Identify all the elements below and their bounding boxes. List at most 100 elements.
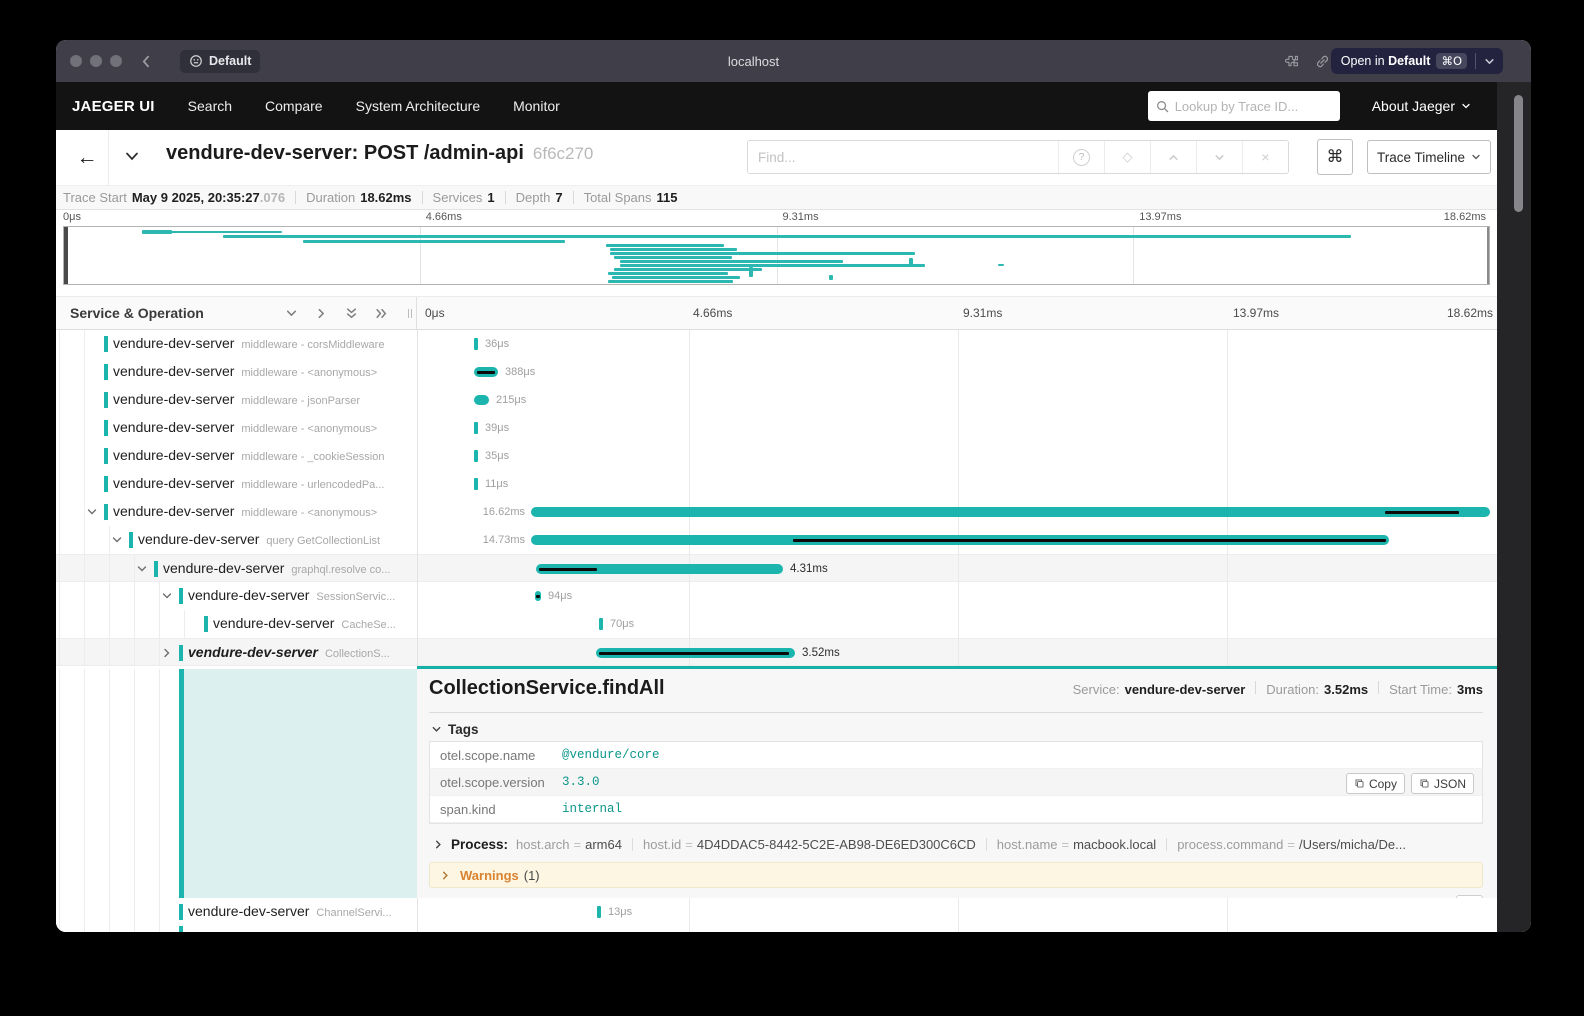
browser-tab[interactable]: Default	[179, 49, 261, 74]
tree-guide	[84, 582, 85, 610]
span-duration-label: 13μs	[608, 906, 632, 918]
span-bar[interactable]	[596, 648, 795, 658]
tab-favicon-icon	[189, 54, 203, 68]
span-row[interactable]: vendure-dev-servermiddleware - corsMiddl…	[56, 330, 1497, 358]
span-bar[interactable]	[474, 338, 478, 350]
find-input[interactable]	[748, 141, 1058, 173]
span-color-bar	[179, 588, 183, 604]
nav-item-system-architecture[interactable]: System Architecture	[356, 98, 481, 114]
tag-row[interactable]: otel.scope.version3.3.0	[430, 769, 1482, 796]
tree-guide	[59, 610, 60, 638]
json-button[interactable]: JSON	[1411, 773, 1474, 794]
minimap-right-handle[interactable]	[1487, 227, 1489, 284]
span-row[interactable]: vendure-dev-servermiddleware - _cookieSe…	[56, 442, 1497, 470]
span-operation-name: graphql.resolve co...	[291, 564, 390, 576]
scrollbar-track[interactable]	[1497, 82, 1531, 932]
ruler-tick: 9.31ms	[783, 211, 819, 223]
browser-back-icon[interactable]	[140, 55, 153, 68]
chevron-down-icon[interactable]	[1482, 56, 1503, 67]
span-row[interactable]: vendure-dev-servermiddleware - <anonymou…	[56, 358, 1497, 386]
span-bar[interactable]	[599, 618, 603, 630]
back-arrow-button[interactable]: ←	[70, 142, 104, 174]
tags-section-toggle[interactable]: Tags	[431, 721, 1483, 737]
tree-guide	[59, 555, 60, 581]
tag-row[interactable]: otel.scope.name@vendure/core	[430, 742, 1482, 769]
find-control-group: ? ◇ ×	[747, 140, 1289, 174]
selected-span-accent	[417, 666, 1497, 669]
process-section-toggle[interactable]: Process: host.arch=arm64host.id=4D4DDAC5…	[433, 834, 1483, 854]
span-bar[interactable]	[535, 591, 541, 601]
trace-id-search-input[interactable]: Lookup by Trace ID...	[1148, 91, 1340, 121]
expand-all-icon[interactable]	[375, 307, 388, 320]
divider	[632, 838, 633, 851]
open-in-default-button[interactable]: Open in Default ⌘O	[1331, 48, 1503, 74]
view-mode-value: Trace Timeline	[1377, 150, 1465, 165]
span-bar[interactable]	[531, 507, 1490, 517]
minimize-window-button[interactable]	[90, 55, 102, 67]
find-scope-button[interactable]: ◇	[1104, 141, 1150, 173]
span-bar[interactable]	[597, 906, 601, 918]
span-bar[interactable]	[474, 367, 498, 377]
span-bar[interactable]	[531, 535, 1389, 545]
span-row[interactable]: vendure-dev-serverSessionServic...94μs	[56, 582, 1497, 610]
browser-titlebar: Default localhost Open in Default ⌘O	[56, 40, 1531, 82]
find-prev-button[interactable]	[1150, 141, 1196, 173]
find-help-button[interactable]: ?	[1058, 141, 1104, 173]
collapse-all-icon[interactable]	[345, 307, 358, 320]
span-row[interactable]: vendure-dev-servermiddleware - <anonymou…	[56, 414, 1497, 442]
close-window-button[interactable]	[70, 55, 82, 67]
open-in-shortcut: ⌘O	[1436, 53, 1467, 69]
span-bar[interactable]	[474, 422, 478, 434]
find-clear-button[interactable]: ×	[1242, 141, 1288, 173]
chevron-down-icon[interactable]	[161, 590, 173, 602]
tree-guide	[84, 358, 85, 386]
keyboard-shortcuts-button[interactable]: ⌘	[1317, 139, 1353, 175]
timeline-header: Service & Operation 0μs4.66ms9.31ms13.97…	[56, 296, 1497, 330]
chevron-down-icon[interactable]	[111, 534, 123, 546]
view-mode-select[interactable]: Trace Timeline	[1367, 140, 1491, 174]
ruler-tick: 13.97ms	[1139, 211, 1181, 223]
tree-guide	[84, 470, 85, 498]
extensions-puzzle-icon[interactable]	[1283, 53, 1300, 70]
span-row[interactable]: vendure-dev-servergraphql.resolve co...4…	[56, 554, 1497, 582]
about-jaeger-menu[interactable]: About Jaeger	[1372, 98, 1471, 114]
chevron-down-icon[interactable]	[136, 563, 148, 575]
tree-guide	[84, 414, 85, 442]
span-bar[interactable]	[474, 478, 478, 490]
span-row[interactable]: vendure-dev-servermiddleware - jsonParse…	[56, 386, 1497, 414]
jaeger-logo[interactable]: JAEGER UI	[72, 98, 155, 115]
chevron-right-icon[interactable]	[161, 647, 173, 659]
copy-button[interactable]: Copy	[1346, 773, 1405, 794]
span-row[interactable]: vendure-dev-servermiddleware - <anonymou…	[56, 498, 1497, 526]
trace-minimap[interactable]	[63, 226, 1490, 285]
span-row-selected[interactable]: vendure-dev-serverCollectionS...3.52ms	[56, 638, 1497, 666]
span-service-name: vendure-dev-serverChannelServi...	[188, 903, 392, 919]
span-row[interactable]: vendure-dev-serverquery GetCollectionLis…	[56, 526, 1497, 554]
find-next-button[interactable]	[1196, 141, 1242, 173]
nav-item-search[interactable]: Search	[188, 98, 232, 114]
nav-item-monitor[interactable]: Monitor	[513, 98, 560, 114]
span-row[interactable]: vendure-dev-servermiddleware - urlencode…	[56, 470, 1497, 498]
span-bar[interactable]	[536, 564, 783, 574]
chevron-down-icon[interactable]	[86, 506, 98, 518]
copy-link-icon[interactable]	[1314, 53, 1331, 70]
span-bar[interactable]	[474, 450, 478, 462]
span-row[interactable]: vendure-dev-serverCacheSe...70μs	[56, 610, 1497, 638]
warnings-section-toggle[interactable]: Warnings (1)	[429, 862, 1483, 888]
span-bar[interactable]	[474, 395, 489, 405]
tree-guide	[59, 526, 60, 554]
expand-one-icon[interactable]	[315, 307, 328, 320]
column-resize-handle[interactable]	[408, 309, 412, 318]
tag-key: span.kind	[430, 802, 562, 817]
collapse-trace-chevron-icon[interactable]	[122, 146, 142, 166]
tag-row[interactable]: span.kindinternal	[430, 796, 1482, 823]
minimap-left-handle[interactable]	[64, 227, 68, 284]
collapse-one-icon[interactable]	[285, 307, 298, 320]
scrollbar-thumb[interactable]	[1514, 95, 1523, 212]
zoom-window-button[interactable]	[110, 55, 122, 67]
process-label: Process:	[451, 837, 508, 852]
tree-guide	[159, 639, 160, 665]
nav-item-compare[interactable]: Compare	[265, 98, 323, 114]
span-row[interactable]: vendure-dev-serverChannelServi... 13μs	[56, 898, 1497, 926]
address-bar-url[interactable]: localhost	[56, 54, 1451, 69]
